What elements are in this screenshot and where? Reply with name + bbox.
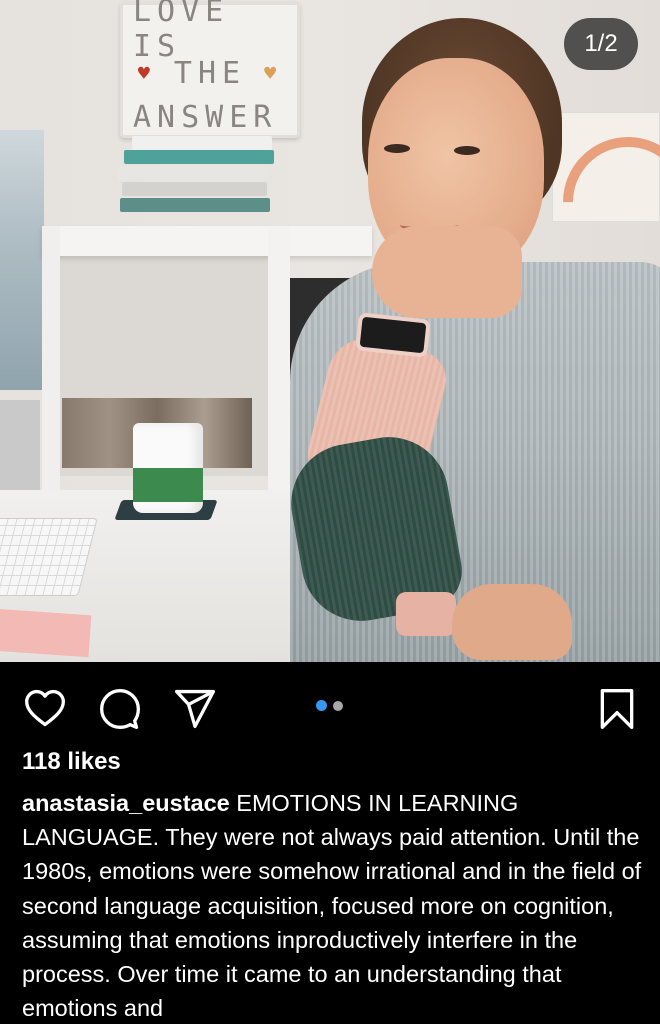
shelf-top: [42, 226, 372, 256]
heart-decoration-icon: ♥: [137, 61, 156, 85]
paper-plane-icon[interactable]: [172, 686, 218, 732]
sticky-note: [0, 608, 92, 658]
lightbox-line-3: ANSWER: [133, 99, 278, 135]
left-eye: [384, 144, 410, 153]
carousel-counter: 1/2: [564, 18, 638, 70]
bookmark-icon[interactable]: [594, 686, 640, 732]
caption-text: EMOTIONS IN LEARNING LANGUAGE. They were…: [22, 790, 642, 1022]
shelf-left-side: [42, 226, 60, 496]
caption-username[interactable]: anastasia_eustace: [22, 790, 230, 816]
rainbow-drawing: [552, 112, 660, 222]
book-stack: [118, 136, 274, 226]
lightbox-sign: LOVE IS ♥ THE ♥ ANSWER: [120, 0, 300, 138]
right-eye: [454, 146, 480, 155]
carousel-dot-active: [316, 700, 327, 711]
hand-on-chin: [372, 226, 522, 318]
star-decoration-icon: ♥: [264, 61, 283, 85]
heart-icon[interactable]: [22, 686, 68, 732]
smartwatch: [355, 312, 431, 358]
mug-band: [133, 468, 203, 502]
shelf-right-side: [268, 226, 290, 496]
lightbox-line-2: ♥ THE ♥: [137, 55, 283, 91]
post-photo[interactable]: LOVE IS ♥ THE ♥ ANSWER 1/2: [0, 0, 660, 662]
sleeve-cuff: [396, 592, 456, 636]
monitor-stand: [0, 400, 40, 490]
lightbox-line-1: LOVE IS: [133, 0, 230, 64]
comment-bubble-icon[interactable]: [97, 686, 143, 732]
carousel-dot: [333, 700, 343, 711]
resting-hand: [452, 584, 572, 660]
like-count[interactable]: 118 likes: [22, 748, 121, 776]
post-caption: anastasia_eustace EMOTIONS IN LEARNING L…: [22, 786, 646, 1024]
carousel-indicator: [316, 700, 343, 711]
